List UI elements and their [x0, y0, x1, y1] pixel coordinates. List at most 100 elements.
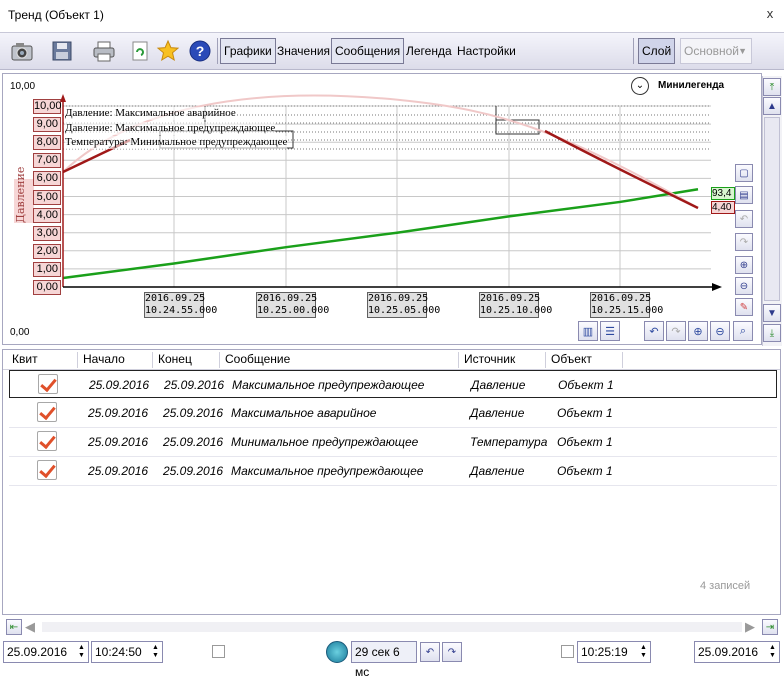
end-time-field[interactable]: 10:25:19 ▲ ▼ — [577, 641, 651, 663]
chart-mode-icon[interactable]: ▤ — [735, 186, 753, 204]
header-start[interactable]: Начало — [77, 352, 125, 368]
scroll-down-icon[interactable]: ▼ — [763, 304, 781, 322]
list-icon[interactable]: ☰ — [600, 321, 620, 341]
spin-icon[interactable]: ▲ ▼ — [78, 644, 86, 660]
x-axis-arrow — [712, 283, 722, 291]
ack-checkbox[interactable] — [38, 374, 58, 394]
y-tick-label: 8,00 — [33, 135, 61, 151]
sync-icon[interactable] — [326, 641, 348, 663]
zoom-in-icon[interactable]: ⊕ — [735, 256, 753, 274]
scroll-up-icon[interactable]: ▲ — [763, 97, 781, 115]
table-row[interactable]: 25.09.2016 25.09.2016 Минимальное предуп… — [9, 428, 777, 456]
y-tick-label: 1,00 — [33, 261, 61, 277]
hscroll-track[interactable] — [42, 622, 742, 632]
red-end-value: 4,40 — [711, 201, 735, 214]
header-object[interactable]: Объект — [545, 352, 592, 368]
x-tick-label: 2016.09.25 10.25.00.000 — [256, 292, 330, 318]
magnifier-icon[interactable]: ⌕ — [733, 321, 753, 341]
threshold-label: Давление: Максимальное аварийное — [65, 107, 236, 120]
series-line-green — [62, 188, 699, 280]
ack-checkbox[interactable] — [37, 460, 57, 480]
y-tick-label: 7,00 — [33, 153, 61, 169]
y-tick-label: 2,00 — [33, 243, 61, 259]
ack-checkbox[interactable] — [37, 402, 57, 422]
y-tick-label: 3,00 — [33, 225, 61, 241]
end-time-value: 10:25:19 — [581, 645, 628, 659]
row-source: Давление — [470, 464, 525, 478]
redo-icon[interactable]: ↷ — [735, 233, 753, 251]
threshold-label: Давление: Максимальное предупреждающее — [65, 121, 276, 135]
end-checkbox[interactable] — [561, 645, 574, 658]
row-end: 25.09.2016 — [163, 464, 224, 478]
y-tick-label: 9,00 — [33, 117, 61, 133]
start-checkbox[interactable] — [212, 645, 225, 658]
row-source: Температура — [470, 435, 548, 449]
close-button[interactable]: x — [762, 6, 778, 21]
start-date-field[interactable]: 25.09.2016 ▲ ▼ — [3, 641, 89, 663]
header-message[interactable]: Сообщение — [219, 352, 290, 368]
row-source: Давление — [470, 406, 525, 420]
row-end: 25.09.2016 — [163, 406, 224, 420]
undo-icon[interactable]: ↶ — [735, 210, 753, 228]
row-object: Объект 1 — [557, 435, 613, 449]
y-tick-label: 0,00 — [33, 280, 61, 295]
x-tick-label: 2016.09.25 10.25.05.000 — [367, 292, 441, 318]
start-date-value: 25.09.2016 — [7, 645, 68, 659]
undo-zoom-icon[interactable]: ↶ — [644, 321, 664, 341]
end-date-value: 25.09.2016 — [698, 645, 759, 659]
scroll-right-icon[interactable]: ▶ — [745, 619, 755, 635]
spin-icon[interactable]: ▲ ▼ — [769, 644, 777, 660]
row-message: Максимальное предупреждающее — [232, 378, 425, 392]
header-end[interactable]: Конец — [152, 352, 192, 368]
row-start: 25.09.2016 — [88, 464, 149, 478]
threshold-label: Температура: Минимальное предупреждающее — [65, 136, 288, 149]
forward-icon[interactable]: ↷ — [442, 642, 462, 662]
y-tick-label: 10,00 — [33, 99, 62, 114]
scroll-bottom-icon[interactable]: ⤓ — [763, 324, 781, 342]
row-message: Максимальное предупреждающее — [231, 464, 424, 478]
table-row[interactable]: 25.09.2016 25.09.2016 Максимальное авари… — [9, 399, 777, 427]
header-source[interactable]: Источник — [458, 352, 515, 368]
zoom-out-x-icon[interactable]: ⊖ — [710, 321, 730, 341]
start-time-field[interactable]: 10:24:50 ▲ ▼ — [91, 641, 163, 663]
record-count: 4 записей — [700, 580, 751, 592]
y-tick-label: 6,00 — [33, 171, 61, 187]
row-start: 25.09.2016 — [89, 378, 150, 392]
row-start: 25.09.2016 — [88, 435, 149, 449]
row-source: Давление — [471, 378, 526, 392]
table-row[interactable]: 25.09.2016 25.09.2016 Максимальное преду… — [9, 457, 777, 485]
x-tick-label: 2016.09.25 10.25.10.000 — [479, 292, 553, 318]
y-tick-label: 5,00 — [33, 189, 61, 205]
end-date-field[interactable]: 25.09.2016 ▲ ▼ — [694, 641, 780, 663]
zoom-out-icon[interactable]: ⊖ — [735, 277, 753, 295]
row-message: Максимальное аварийное — [231, 406, 377, 420]
x-tick-label: 2016.09.25 10.24.55.000 — [144, 292, 218, 318]
edit-icon[interactable]: ✎ — [735, 298, 753, 316]
frame-icon[interactable]: ▢ — [735, 164, 753, 182]
row-end: 25.09.2016 — [164, 378, 225, 392]
y-tick-label: 4,00 — [33, 207, 61, 223]
scroll-top-icon[interactable]: ⤒ — [763, 78, 781, 96]
spin-icon[interactable]: ▲ ▼ — [640, 644, 648, 660]
row-message: Минимальное предупреждающее — [231, 435, 419, 449]
spin-icon[interactable]: ▲ ▼ — [152, 644, 160, 660]
scroll-thumb[interactable] — [764, 117, 780, 301]
start-time-value: 10:24:50 — [95, 645, 142, 659]
back-icon[interactable]: ↶ — [420, 642, 440, 662]
green-end-value: 93,4 — [711, 187, 735, 200]
row-object: Объект 1 — [557, 464, 613, 478]
columns-icon[interactable]: ▥ — [578, 321, 598, 341]
zoom-in-x-icon[interactable]: ⊕ — [688, 321, 708, 341]
row-object: Объект 1 — [558, 378, 614, 392]
scroll-left-icon[interactable]: ◀ — [25, 619, 35, 635]
scroll-last-icon[interactable]: ⇥ — [762, 619, 778, 635]
header-ack[interactable]: Квит — [7, 352, 38, 368]
x-tick-label: 2016.09.25 10.25.15.000 — [590, 292, 664, 318]
scroll-first-icon[interactable]: ⇤ — [6, 619, 22, 635]
row-end: 25.09.2016 — [163, 435, 224, 449]
table-row[interactable]: 25.09.2016 25.09.2016 Максимальное преду… — [9, 370, 777, 398]
redo-zoom-icon[interactable]: ↷ — [666, 321, 686, 341]
ack-checkbox[interactable] — [37, 431, 57, 451]
row-object: Объект 1 — [557, 406, 613, 420]
interval-field[interactable]: 29 сек 6 мс — [351, 641, 417, 679]
